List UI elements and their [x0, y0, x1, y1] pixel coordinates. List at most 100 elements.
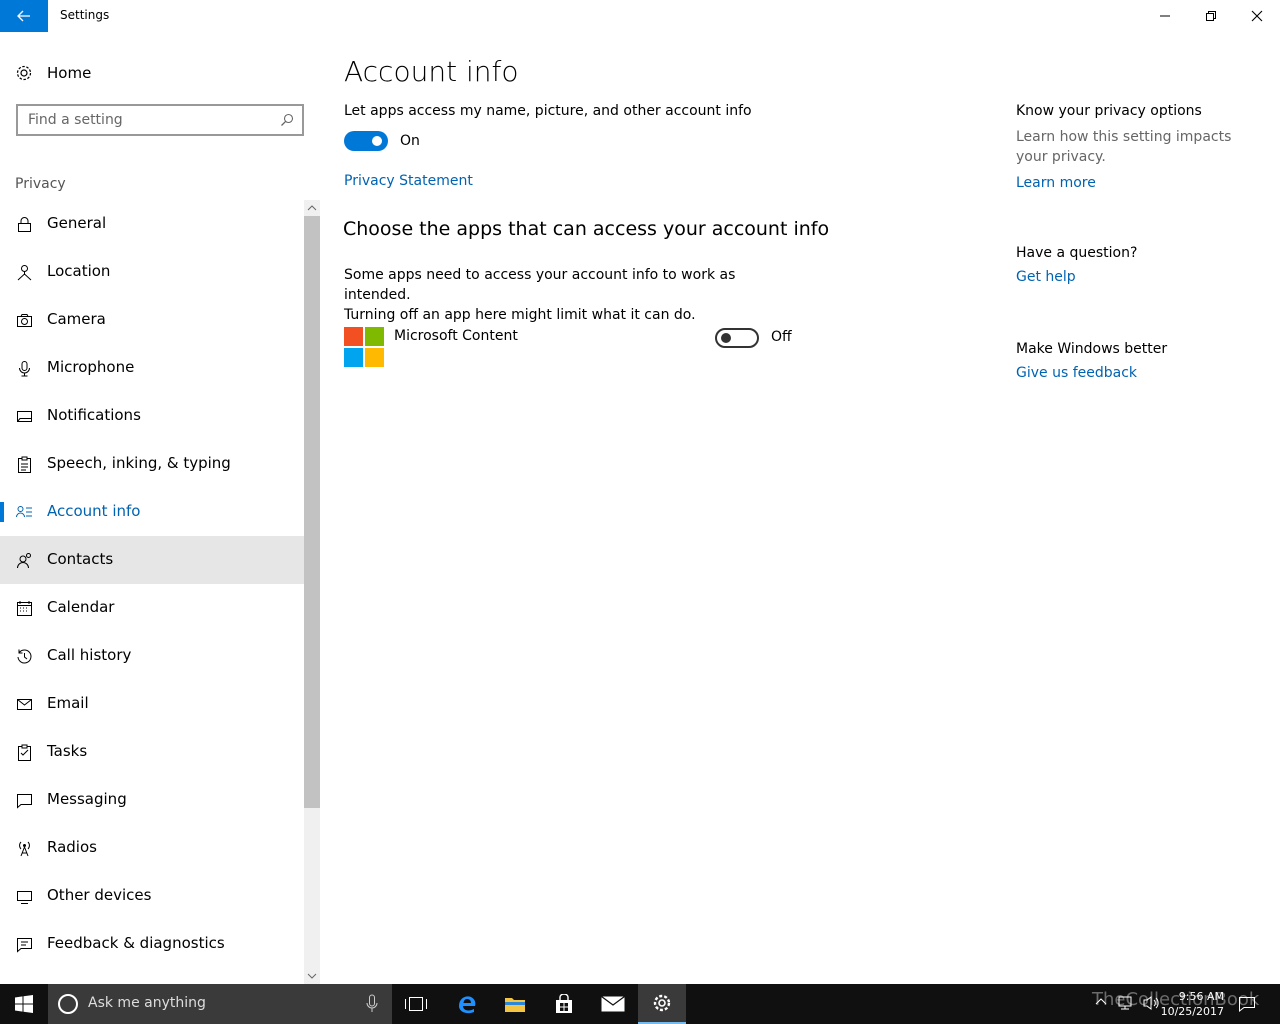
- nav-item-camera[interactable]: Camera: [0, 296, 304, 344]
- apps-heading: Choose the apps that can access your acc…: [343, 218, 830, 240]
- back-button[interactable]: [0, 0, 48, 32]
- nav-item-label: Tasks: [47, 742, 88, 760]
- cortana-icon: [58, 994, 78, 1014]
- nav-item-calendar[interactable]: Calendar: [0, 584, 304, 632]
- home-label: Home: [47, 64, 92, 82]
- app-row-microsoft-content: Microsoft Content Off: [344, 327, 804, 367]
- nav-item-feedback[interactable]: Feedback & diagnostics: [0, 920, 304, 968]
- learn-more-link[interactable]: Learn more: [1016, 175, 1266, 191]
- nav-item-label: Speech, inking, & typing: [47, 454, 231, 472]
- scroll-up-button[interactable]: [304, 200, 320, 216]
- nav-item-label: Notifications: [47, 406, 141, 424]
- radios-icon: [19, 841, 30, 857]
- maximize-button[interactable]: [1188, 0, 1234, 32]
- apps-description-line-2: Turning off an app here might limit what…: [344, 307, 696, 323]
- question-panel: Have a question? Get help: [1016, 245, 1266, 285]
- clock-date: 10/25/2017: [1160, 1005, 1224, 1018]
- chevron-up-icon: [307, 205, 317, 211]
- microsoft-content-state: Off: [771, 329, 792, 345]
- search-placeholder: Find a setting: [28, 112, 123, 128]
- title-bar: Settings: [0, 0, 1280, 32]
- cortana-search-box[interactable]: Ask me anything: [48, 984, 392, 1024]
- edge-button[interactable]: [443, 984, 491, 1024]
- minimize-button[interactable]: [1142, 0, 1188, 32]
- navigation-pane: Home Find a setting Privacy General Loca…: [0, 32, 320, 984]
- get-help-link[interactable]: Get help: [1016, 269, 1266, 285]
- nav-item-other-devices[interactable]: Other devices: [0, 872, 304, 920]
- nav-item-contacts[interactable]: Contacts: [0, 536, 304, 584]
- close-button[interactable]: [1234, 0, 1280, 32]
- nav-item-email[interactable]: Email: [0, 680, 304, 728]
- action-center-icon[interactable]: [1238, 996, 1256, 1012]
- privacy-options-description: Learn how this setting impacts your priv…: [1016, 129, 1232, 165]
- calendar-icon: [17, 601, 32, 616]
- gear-icon: [653, 994, 671, 1012]
- history-icon: [17, 649, 32, 664]
- account-access-state: On: [400, 133, 420, 149]
- apps-description-line-1: Some apps need to access your account in…: [344, 267, 736, 303]
- camera-icon: [17, 314, 32, 327]
- nav-item-call-history[interactable]: Call history: [0, 632, 304, 680]
- account-access-description: Let apps access my name, picture, and ot…: [344, 103, 752, 119]
- restore-icon: [1206, 11, 1216, 21]
- privacy-statement-link[interactable]: Privacy Statement: [344, 173, 473, 189]
- nav-item-label: Radios: [47, 838, 97, 856]
- chevron-up-icon[interactable]: [1095, 996, 1107, 1008]
- nav-item-label: Contacts: [47, 550, 114, 568]
- find-setting-search[interactable]: Find a setting: [16, 104, 304, 136]
- nav-item-label: Location: [47, 262, 111, 280]
- clipboard-icon: [18, 456, 31, 473]
- close-icon: [1251, 10, 1263, 22]
- store-button[interactable]: [540, 984, 588, 1024]
- nav-item-microphone[interactable]: Microphone: [0, 344, 304, 392]
- microsoft-logo-icon: [344, 327, 384, 367]
- scroll-down-button[interactable]: [304, 968, 320, 984]
- nav-item-label: Other devices: [47, 886, 152, 904]
- contacts-icon: [17, 553, 31, 569]
- folder-icon: [505, 998, 525, 1012]
- nav-item-label: Microphone: [47, 358, 135, 376]
- task-view-button[interactable]: [392, 984, 440, 1024]
- email-icon: [17, 699, 32, 710]
- nav-item-label: Camera: [47, 310, 106, 328]
- question-heading: Have a question?: [1016, 245, 1138, 261]
- nav-item-tasks[interactable]: Tasks: [0, 728, 304, 776]
- toggle-knob: [721, 333, 731, 343]
- give-feedback-link[interactable]: Give us feedback: [1016, 365, 1266, 381]
- nav-item-label: Email: [47, 694, 89, 712]
- microsoft-content-toggle[interactable]: [715, 328, 759, 348]
- feedback-heading: Make Windows better: [1016, 341, 1168, 357]
- account-info-icon: [16, 506, 32, 518]
- scroll-thumb[interactable]: [304, 216, 320, 808]
- start-button[interactable]: [0, 984, 48, 1024]
- mail-button[interactable]: [589, 984, 637, 1024]
- file-explorer-button[interactable]: [491, 984, 539, 1024]
- nav-scrollbar[interactable]: [304, 200, 320, 984]
- home-nav-item[interactable]: Home: [0, 60, 320, 88]
- nav-item-speech[interactable]: Speech, inking, & typing: [0, 440, 304, 488]
- network-icon[interactable]: [1118, 995, 1136, 1011]
- mail-icon: [601, 996, 625, 1012]
- taskbar: Ask me anything TheCollectionBook 9:56 A…: [0, 984, 1280, 1024]
- settings-taskbar-button[interactable]: [638, 984, 686, 1024]
- clock[interactable]: 9:56 AM 10/25/2017: [1161, 989, 1224, 1019]
- store-icon: [556, 994, 572, 1013]
- nav-item-notifications[interactable]: Notifications: [0, 392, 304, 440]
- nav-item-label: Messaging: [47, 790, 127, 808]
- volume-icon[interactable]: [1142, 995, 1160, 1011]
- feedback-icon: [17, 938, 32, 953]
- nav-item-general[interactable]: General: [0, 200, 304, 248]
- notifications-icon: [17, 411, 32, 422]
- nav-item-account-info[interactable]: Account info: [0, 488, 304, 536]
- nav-item-label: Calendar: [47, 598, 115, 616]
- toggle-knob: [372, 136, 382, 146]
- privacy-options-panel: Know your privacy options Learn how this…: [1016, 103, 1266, 191]
- nav-item-location[interactable]: Location: [0, 248, 304, 296]
- nav-item-messaging[interactable]: Messaging: [0, 776, 304, 824]
- account-access-toggle[interactable]: [344, 131, 388, 151]
- location-icon: [17, 265, 32, 281]
- chevron-down-icon: [307, 973, 317, 979]
- apps-description: Some apps need to access your account in…: [344, 265, 804, 325]
- cortana-placeholder: Ask me anything: [88, 995, 206, 1011]
- nav-item-radios[interactable]: Radios: [0, 824, 304, 872]
